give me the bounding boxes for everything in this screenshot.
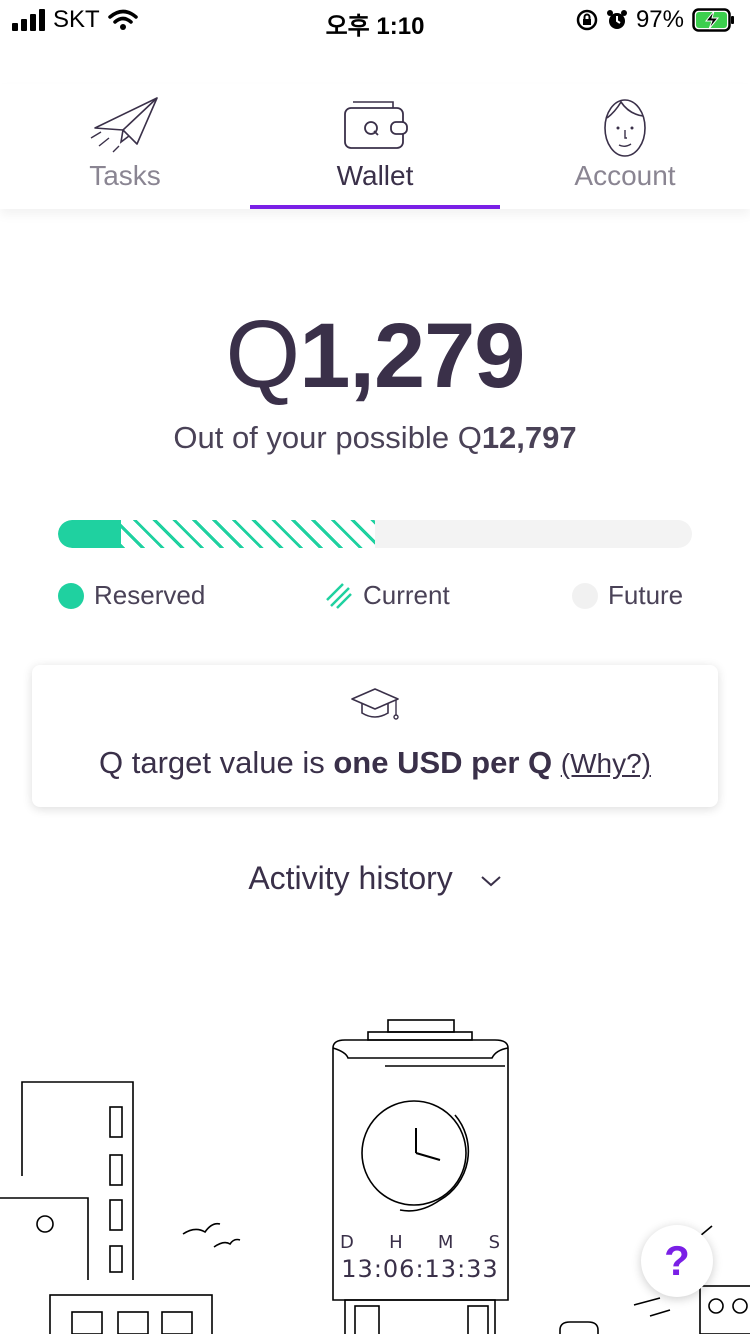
activity-history-toggle[interactable]: Activity history — [0, 860, 750, 897]
progress-current — [121, 520, 375, 548]
legend-reserved-label: Reserved — [94, 580, 206, 610]
countdown-label-d: D — [340, 1232, 354, 1253]
city-clock-illustration — [0, 1019, 750, 1334]
help-button[interactable]: ? — [641, 1225, 713, 1297]
tab-account[interactable]: Account — [500, 84, 750, 209]
tab-tasks[interactable]: Tasks — [0, 84, 250, 209]
possible-symbol: Q — [457, 420, 482, 455]
tab-wallet-label: Wallet — [336, 160, 414, 191]
legend-reserved: Reserved — [58, 580, 205, 611]
activity-history-label: Activity history — [248, 860, 453, 896]
progress-reserved — [58, 520, 121, 548]
q-symbol: Q — [225, 301, 301, 408]
target-prefix: Q target value is — [99, 745, 334, 780]
tab-wallet[interactable]: Wallet — [250, 84, 500, 209]
countdown-label-s: S — [488, 1232, 500, 1253]
tab-bar: Tasks Wallet Account — [0, 84, 750, 209]
balance-amount: Q1,279 — [0, 300, 750, 410]
progress-legend: Reserved Current Future — [0, 580, 750, 616]
countdown-timer: 13:06:13:33 — [341, 1255, 499, 1283]
countdown-label-m: M — [437, 1232, 454, 1253]
reserved-dot-icon — [58, 582, 84, 609]
balance-value: 1,279 — [299, 305, 525, 407]
current-stripes-icon — [326, 582, 352, 609]
target-value-text: Q target value is one USD per Q (Why?) — [32, 745, 718, 781]
future-dot-icon — [572, 582, 598, 609]
countdown-labels: D H M S — [340, 1232, 500, 1253]
wallet-icon — [344, 101, 408, 149]
possible-balance: Out of your possible Q12,797 — [0, 420, 750, 456]
status-bar: SKT 오후 1:10 97% — [0, 0, 750, 40]
battery-percent: 97% — [635, 6, 684, 33]
battery-charging-icon — [692, 8, 734, 32]
info-card: Q target value is one USD per Q (Why?) — [32, 665, 718, 807]
face-icon — [604, 99, 646, 157]
graduation-cap-icon — [351, 688, 399, 720]
legend-future: Future — [572, 580, 683, 611]
legend-current: Current — [325, 580, 450, 611]
legend-future-label: Future — [608, 580, 684, 610]
target-bold: one USD per Q — [333, 745, 553, 780]
countdown-label-h: H — [389, 1232, 403, 1253]
legend-current-label: Current — [363, 580, 450, 610]
chevron-down-icon — [481, 875, 501, 886]
possible-amount: 12,797 — [481, 420, 577, 455]
status-right: 97% — [576, 6, 736, 34]
tab-tasks-label: Tasks — [89, 160, 161, 191]
balance-progress-bar — [58, 520, 692, 548]
tab-account-label: Account — [574, 160, 676, 191]
why-link[interactable]: (Why?) — [561, 748, 651, 779]
possible-prefix: Out of your possible — [173, 420, 450, 455]
rotation-lock-icon — [576, 9, 598, 31]
active-tab-indicator — [250, 205, 500, 209]
paper-plane-icon — [90, 97, 158, 153]
alarm-icon — [606, 10, 627, 29]
